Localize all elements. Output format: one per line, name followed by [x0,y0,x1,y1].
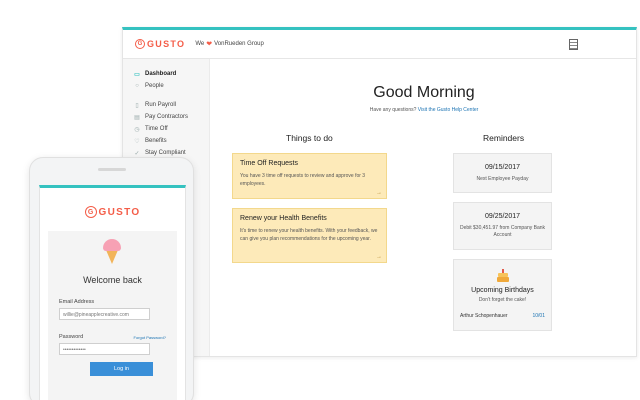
sidebar-item-label: Dashboard [145,71,177,77]
heart-icon: ❤ [206,41,213,48]
sidebar-item-label: Pay Contractors [145,114,189,120]
welcome-heading: Welcome back [83,275,142,285]
todo-heading: Things to do [286,133,333,143]
contractor-icon: ▤ [134,114,140,121]
check-icon: ✓ [134,150,140,157]
arrow-right-icon: → [376,190,382,196]
reminder-debit: 09/25/2017 Debit $30,451.97 from Company… [453,202,552,250]
desktop-window: G GUSTO We ❤ VonRueden Group ▭ Dashboard… [122,27,637,357]
reminder-date: 09/15/2017 [484,164,521,171]
document-icon[interactable] [569,39,578,50]
sidebar-item-people[interactable]: ○ People [123,80,209,92]
mobile-gusto-logo: G GUSTO [40,206,185,218]
todo-desc: You have 3 time off requests to review a… [240,173,366,187]
we-text: We [195,41,205,47]
payroll-icon: ▯ [135,102,139,109]
logo-text: GUSTO [98,206,141,218]
birthday-row: Arthur Schopenhauer 10/01 [454,313,551,319]
person-icon: ○ [135,83,139,89]
reminder-birthdays: Upcoming Birthdays Don't forget the cake… [453,259,552,331]
ice-cream-icon [100,239,124,267]
sidebar-item-label: Run Payroll [145,102,177,108]
todo-title: Time Off Requests [240,160,298,167]
help-prefix: Have any questions? [369,107,418,113]
reminder-sub: Next Employee Payday [476,176,529,182]
cake-icon [496,268,510,282]
sidebar-item-run-payroll[interactable]: ▯ Run Payroll [123,99,209,111]
login-button[interactable]: Log in [90,362,153,376]
sidebar-item-label: Time Off [145,126,168,132]
reminder-date: 09/25/2017 [484,213,521,220]
password-field[interactable]: ••••••••••••• [59,343,150,355]
help-center-link[interactable]: Visit the Gusto Help Center [418,107,479,113]
arrow-right-icon: → [376,254,382,260]
todo-title: Renew your Health Benefits [240,215,327,222]
page-title: Good Morning [373,84,475,101]
password-label: Password [59,334,84,340]
email-field[interactable]: willie@pineapplecreative.com [59,308,150,320]
email-label: Email Address [59,299,95,305]
help-line: Have any questions? Visit the Gusto Help… [210,107,636,113]
reminder-payday: 09/15/2017 Next Employee Payday [453,153,552,193]
birthday-title: Upcoming Birthdays [471,287,534,294]
reminders-heading: Reminders [483,133,525,143]
gusto-logo-icon: G [84,206,97,218]
company-label: VonRueden Group [214,41,264,47]
birthday-date[interactable]: 10/01 [532,313,545,319]
sidebar-item-label: Benefits [145,138,167,144]
forgot-password-link[interactable]: Forgot Password? [134,335,166,340]
sidebar-item-pay-contractors[interactable]: ▤ Pay Contractors [123,111,209,123]
heart-icon: ♡ [134,138,140,145]
reminder-sub: Debit $30,451.97 from Company Bank Accou… [459,225,546,238]
sidebar-item-benefits[interactable]: ♡ Benefits [123,135,209,147]
company-name: We ❤ VonRueden Group [195,40,264,48]
sidebar-item-time-off[interactable]: ◷ Time Off [123,123,209,135]
sidebar-item-label: Stay Compliant [145,150,186,156]
logo-text: GUSTO [147,39,186,49]
todo-desc: It's time to renew your health benefits.… [240,228,378,242]
phone-speaker [98,168,126,171]
todo-card-time-off[interactable]: Time Off Requests You have 3 time off re… [232,153,387,199]
gusto-logo-icon: G [135,39,145,49]
folder-icon: ▭ [134,71,140,78]
birthday-name: Arthur Schopenhauer [460,313,508,319]
sidebar-item-dashboard[interactable]: ▭ Dashboard [123,68,209,80]
app-header: G GUSTO We ❤ VonRueden Group [123,30,636,59]
sidebar-item-label: People [145,83,164,89]
clock-icon: ◷ [134,126,140,133]
birthday-sub: Don't forget the cake! [478,297,527,303]
todo-card-health-benefits[interactable]: Renew your Health Benefits It's time to … [232,208,387,263]
gusto-logo[interactable]: G GUSTO [135,39,185,49]
